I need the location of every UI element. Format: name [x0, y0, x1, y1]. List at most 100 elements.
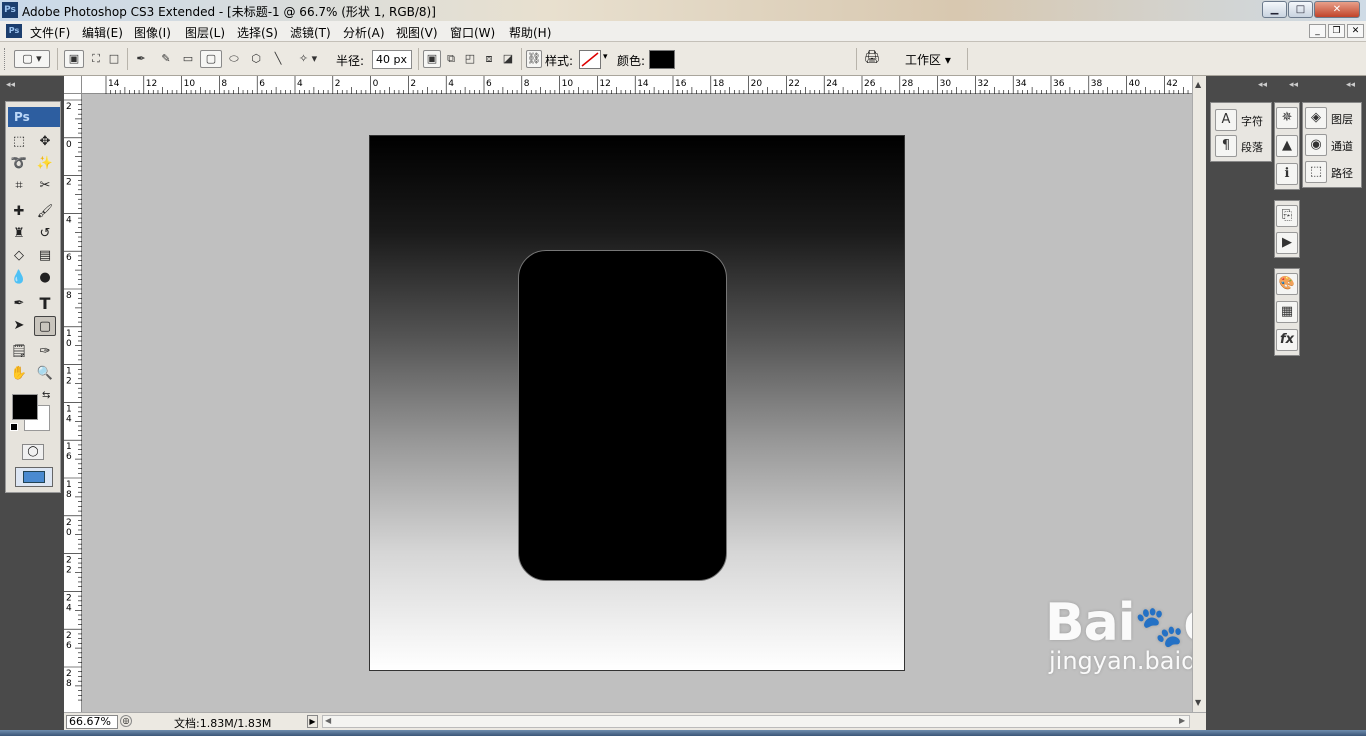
color-swatch[interactable]: [649, 50, 675, 69]
create-new-shape-icon[interactable]: ▣: [423, 50, 441, 68]
brush-tool-icon[interactable]: 🖌: [34, 202, 56, 222]
scroll-left-arrow-icon[interactable]: ◀: [325, 716, 331, 725]
status-info-icon[interactable]: ◎: [120, 715, 132, 727]
default-colors-icon[interactable]: [10, 423, 18, 431]
navigator-panel-icon[interactable]: ✵: [1276, 107, 1298, 129]
ellipse-icon[interactable]: ⬭: [224, 50, 244, 68]
menu-analysis[interactable]: 分析(A): [343, 24, 385, 41]
shape-layers-icon[interactable]: ▣: [64, 50, 84, 68]
link-icon[interactable]: ⛓: [526, 50, 542, 68]
color-panel-icon[interactable]: 🎨: [1276, 273, 1298, 295]
freeform-pen-icon[interactable]: ✎: [156, 50, 176, 68]
menu-layer[interactable]: 图层(L): [185, 24, 225, 41]
polygon-icon[interactable]: ⬡: [246, 50, 266, 68]
vertical-scrollbar[interactable]: ▲ ▼: [1192, 76, 1206, 712]
type-tool-icon[interactable]: T: [34, 294, 56, 314]
menu-help[interactable]: 帮助(H): [509, 24, 551, 41]
rounded-rectangle-icon[interactable]: ▢: [200, 50, 222, 68]
scroll-down-arrow-icon[interactable]: ▼: [1195, 698, 1201, 707]
paths-icon[interactable]: ⛶: [86, 50, 106, 68]
hand-tool-icon[interactable]: ✋: [8, 364, 30, 384]
document-icon[interactable]: Ps: [6, 24, 22, 38]
paragraph-panel-icon[interactable]: ¶: [1215, 135, 1237, 157]
magic-wand-tool-icon[interactable]: ✨: [34, 154, 56, 174]
add-shape-area-icon[interactable]: ⧉: [442, 50, 460, 68]
doc-minimize-button[interactable]: _: [1309, 24, 1326, 38]
horizontal-ruler[interactable]: 14 12 10 8 6 4 2 0 2 4 6 8 10 12 14 16 18 20 22 24 26 28 30 32 3…: [64, 76, 1198, 94]
rounded-rectangle-tool-icon[interactable]: ▢: [34, 316, 56, 336]
foreground-color-swatch[interactable]: [12, 394, 38, 420]
zoom-tool-icon[interactable]: 🔍: [34, 364, 56, 384]
channels-panel-icon[interactable]: ◉: [1305, 134, 1327, 156]
actions-panel-icon[interactable]: ▶: [1276, 232, 1298, 254]
dock-collapse-icon-3[interactable]: ◂◂: [1346, 80, 1355, 90]
slice-tool-icon[interactable]: ✂: [34, 176, 56, 196]
gradient-tool-icon[interactable]: ▤: [34, 246, 56, 266]
channels-panel-label[interactable]: 通道: [1331, 138, 1353, 154]
tool-preset-picker[interactable]: ▢ ▾: [14, 50, 50, 68]
custom-shape-icon[interactable]: ✧ ▾: [290, 50, 326, 68]
pen-icon[interactable]: ✒: [132, 50, 150, 68]
grip-handle[interactable]: [4, 48, 7, 70]
eraser-tool-icon[interactable]: ◇: [8, 246, 30, 266]
style-dropdown-arrow-icon[interactable]: ▾: [603, 52, 608, 62]
paths-panel-label[interactable]: 路径: [1331, 165, 1353, 181]
doc-restore-button[interactable]: ❐: [1328, 24, 1345, 38]
lasso-tool-icon[interactable]: ➰: [8, 154, 30, 174]
styles-panel-icon[interactable]: fx: [1276, 329, 1298, 351]
ruler-origin[interactable]: [64, 76, 82, 94]
clone-stamp-tool-icon[interactable]: ♜: [8, 224, 30, 244]
subtract-shape-area-icon[interactable]: ◰: [461, 50, 479, 68]
style-picker[interactable]: [579, 50, 601, 69]
maximize-button[interactable]: □: [1288, 1, 1313, 18]
crop-tool-icon[interactable]: ⌗: [8, 176, 30, 196]
horizontal-scrollbar[interactable]: ◀ ▶: [322, 715, 1190, 728]
eyedropper-tool-icon[interactable]: ✑: [34, 342, 56, 362]
scroll-up-arrow-icon[interactable]: ▲: [1195, 80, 1201, 89]
collapse-arrows-icon[interactable]: ◂◂: [6, 80, 15, 90]
move-tool-icon[interactable]: ✥: [34, 132, 56, 152]
file-browser-icon[interactable]: 🖨: [864, 50, 886, 68]
pen-tool-icon[interactable]: ✒: [8, 294, 30, 314]
character-panel-label[interactable]: 字符: [1241, 113, 1263, 129]
path-selection-tool-icon[interactable]: ➤: [8, 316, 30, 336]
menu-image[interactable]: 图像(I): [134, 24, 171, 41]
swap-colors-icon[interactable]: ⇆: [42, 390, 50, 401]
vertical-ruler[interactable]: 20246810121416182022242628: [64, 94, 82, 712]
history-brush-tool-icon[interactable]: ↺: [34, 224, 56, 244]
paragraph-panel-label[interactable]: 段落: [1241, 139, 1263, 155]
screen-mode-icon[interactable]: [15, 467, 53, 487]
menu-filter[interactable]: 滤镜(T): [290, 24, 331, 41]
menu-window[interactable]: 窗口(W): [450, 24, 495, 41]
zoom-level-field[interactable]: 66.67%: [66, 715, 118, 729]
notes-tool-icon[interactable]: 🗒: [8, 342, 30, 362]
histogram-panel-icon[interactable]: ▲: [1276, 135, 1298, 157]
workspace-menu[interactable]: 工作区 ▾: [905, 51, 951, 68]
scroll-right-arrow-icon[interactable]: ▶: [1179, 716, 1185, 725]
paths-panel-icon[interactable]: ⬚: [1305, 161, 1327, 183]
history-panel-icon[interactable]: ⎘: [1276, 205, 1298, 227]
minimize-button[interactable]: ▁: [1262, 1, 1287, 18]
windows-taskbar[interactable]: [0, 730, 1366, 736]
status-menu-arrow-icon[interactable]: ▶: [307, 715, 318, 728]
quick-mask-icon[interactable]: ◯: [22, 444, 44, 460]
rounded-rectangle-shape[interactable]: [518, 250, 727, 581]
radius-input[interactable]: 40 px: [372, 50, 412, 69]
menu-file[interactable]: 文件(F): [30, 24, 70, 41]
layers-panel-icon[interactable]: ◈: [1305, 107, 1327, 129]
dock-collapse-icon[interactable]: ◂◂: [1258, 80, 1267, 90]
line-icon[interactable]: ╲: [268, 50, 288, 68]
dodge-tool-icon[interactable]: ●: [34, 268, 56, 288]
healing-brush-tool-icon[interactable]: ✚: [8, 202, 30, 222]
exclude-shape-area-icon[interactable]: ◪: [499, 50, 517, 68]
dock-collapse-icon-2[interactable]: ◂◂: [1289, 80, 1298, 90]
menu-edit[interactable]: 编辑(E): [82, 24, 123, 41]
rectangle-icon[interactable]: ▭: [178, 50, 198, 68]
intersect-shape-area-icon[interactable]: ⧈: [480, 50, 498, 68]
menu-select[interactable]: 选择(S): [237, 24, 278, 41]
doc-close-button[interactable]: ✕: [1347, 24, 1364, 38]
blur-tool-icon[interactable]: 💧: [8, 268, 30, 288]
marquee-tool-icon[interactable]: ⬚: [8, 132, 30, 152]
character-panel-icon[interactable]: A: [1215, 109, 1237, 131]
menu-view[interactable]: 视图(V): [396, 24, 438, 41]
